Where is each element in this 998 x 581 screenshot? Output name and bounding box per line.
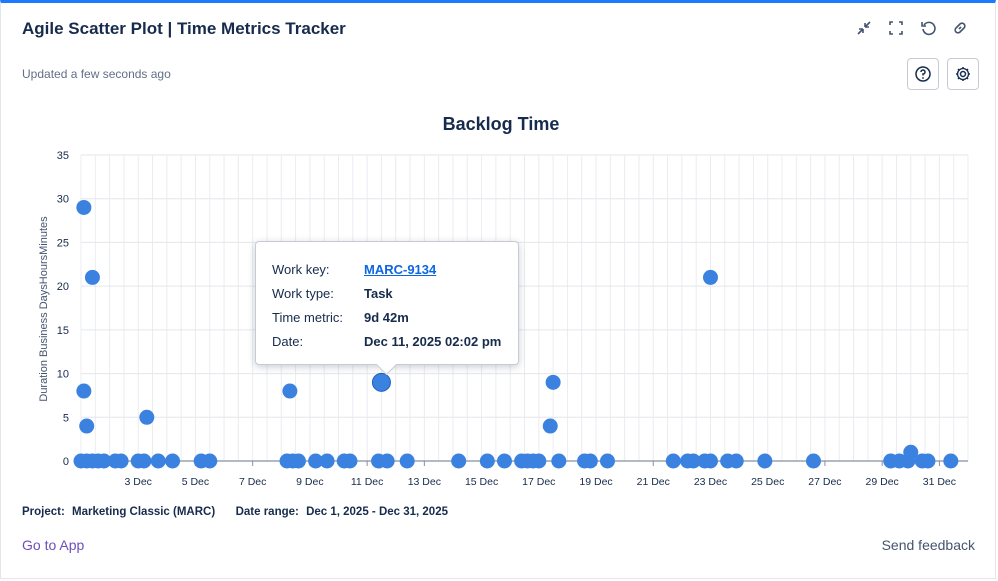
x-tick-label: 31 Dec bbox=[923, 476, 956, 488]
x-tick-label: 17 Dec bbox=[522, 476, 555, 488]
tooltip-value: 9d 42m bbox=[364, 310, 409, 325]
x-tick-label: 25 Dec bbox=[751, 476, 784, 488]
data-point bbox=[920, 453, 936, 469]
tooltip-row-date: Date: Dec 11, 2025 02:02 pm bbox=[272, 334, 501, 349]
tooltip-row-time-metric: Time metric: 9d 42m bbox=[272, 310, 409, 325]
y-tick-label: 25 bbox=[57, 237, 69, 249]
tooltip-row-work-type: Work type: Task bbox=[272, 286, 393, 301]
data-point bbox=[599, 453, 615, 469]
highlighted-data-point bbox=[371, 372, 391, 392]
x-tick-label: 3 Dec bbox=[125, 476, 152, 488]
data-point bbox=[702, 269, 718, 285]
help-button[interactable] bbox=[907, 58, 939, 90]
data-point bbox=[76, 199, 92, 215]
data-point bbox=[202, 453, 218, 469]
y-axis: 0 5 10 15 20 25 30 35 bbox=[57, 150, 69, 468]
data-point bbox=[84, 269, 100, 285]
fullscreen-icon[interactable] bbox=[887, 19, 905, 37]
point-tooltip: Work key: MARC-9134 Work type: Task Time… bbox=[255, 241, 519, 376]
x-tick-label: 19 Dec bbox=[579, 476, 612, 488]
x-tick-label: 11 Dec bbox=[351, 476, 384, 488]
data-point bbox=[665, 453, 681, 469]
data-point bbox=[79, 418, 95, 434]
work-key-link[interactable]: MARC-9134 bbox=[364, 262, 436, 277]
x-tick-label: 5 Dec bbox=[182, 476, 209, 488]
settings-button[interactable] bbox=[947, 58, 979, 90]
data-point bbox=[136, 453, 152, 469]
x-tick-label: 13 Dec bbox=[408, 476, 441, 488]
x-tick-label: 29 Dec bbox=[866, 476, 899, 488]
data-point bbox=[757, 453, 773, 469]
tooltip-key: Date: bbox=[272, 334, 304, 349]
data-point bbox=[496, 453, 512, 469]
page-title: Agile Scatter Plot | Time Metrics Tracke… bbox=[22, 19, 346, 38]
x-tick-label: 9 Dec bbox=[296, 476, 323, 488]
y-tick-label: 15 bbox=[57, 325, 69, 337]
y-tick-label: 5 bbox=[63, 412, 69, 424]
x-tick-label: 23 Dec bbox=[694, 476, 727, 488]
data-point bbox=[582, 453, 598, 469]
x-tick-label: 15 Dec bbox=[465, 476, 498, 488]
data-point bbox=[542, 418, 558, 434]
data-point bbox=[165, 453, 181, 469]
date-range-value: Dec 1, 2025 - Dec 31, 2025 bbox=[306, 506, 448, 518]
data-point bbox=[150, 453, 166, 469]
date-range-label: Date range: bbox=[235, 506, 299, 518]
data-point bbox=[451, 453, 467, 469]
data-point bbox=[319, 453, 335, 469]
data-point bbox=[943, 453, 959, 469]
data-point bbox=[76, 383, 92, 399]
updated-timestamp: Updated a few seconds ago bbox=[22, 67, 171, 81]
tooltip-key: Time metric: bbox=[272, 310, 344, 325]
data-point bbox=[399, 453, 415, 469]
x-tick-label: 27 Dec bbox=[808, 476, 841, 488]
chart-grid bbox=[80, 154, 969, 462]
data-point bbox=[113, 453, 129, 469]
y-tick-label: 10 bbox=[57, 369, 69, 381]
send-feedback-link[interactable]: Send feedback bbox=[882, 537, 975, 553]
report-meta: Project: Marketing Classic (MARC) Date r… bbox=[22, 506, 448, 518]
data-point bbox=[728, 453, 744, 469]
tooltip-key: Work type: bbox=[272, 286, 334, 301]
x-tick-label: 21 Dec bbox=[637, 476, 670, 488]
header-toolbar bbox=[855, 19, 969, 37]
y-tick-label: 35 bbox=[57, 150, 69, 162]
project-value: Marketing Classic (MARC) bbox=[72, 506, 216, 518]
data-point bbox=[702, 453, 718, 469]
data-point bbox=[531, 453, 547, 469]
chart-card: Agile Scatter Plot | Time Metrics Tracke… bbox=[0, 0, 996, 579]
y-axis-label: Duration Business DaysHoursMinutes bbox=[38, 216, 50, 402]
minimize-icon[interactable] bbox=[855, 19, 873, 37]
refresh-icon[interactable] bbox=[919, 19, 937, 37]
data-point bbox=[282, 383, 298, 399]
chart-title: Backlog Time bbox=[443, 114, 560, 134]
tooltip-key: Work key: bbox=[272, 262, 330, 277]
project-label: Project: bbox=[22, 506, 65, 518]
link-icon[interactable] bbox=[951, 19, 969, 37]
data-point bbox=[379, 453, 395, 469]
go-to-app-link[interactable]: Go to App bbox=[22, 537, 84, 553]
y-tick-label: 30 bbox=[57, 194, 69, 206]
y-tick-label: 20 bbox=[57, 281, 69, 293]
data-point bbox=[479, 453, 495, 469]
tooltip-row-work-key: Work key: MARC-9134 bbox=[272, 262, 436, 277]
data-point bbox=[551, 453, 567, 469]
data-point bbox=[342, 453, 358, 469]
tooltip-value: Dec 11, 2025 02:02 pm bbox=[364, 334, 502, 349]
settings-icon bbox=[956, 67, 970, 81]
tooltip-value: Task bbox=[364, 286, 393, 301]
data-point bbox=[290, 453, 306, 469]
data-point bbox=[545, 374, 561, 390]
data-point bbox=[139, 409, 155, 425]
x-tick-label: 7 Dec bbox=[239, 476, 266, 488]
y-tick-label: 0 bbox=[63, 456, 69, 468]
help-icon bbox=[915, 66, 931, 82]
data-point bbox=[805, 453, 821, 469]
data-point bbox=[900, 453, 916, 469]
